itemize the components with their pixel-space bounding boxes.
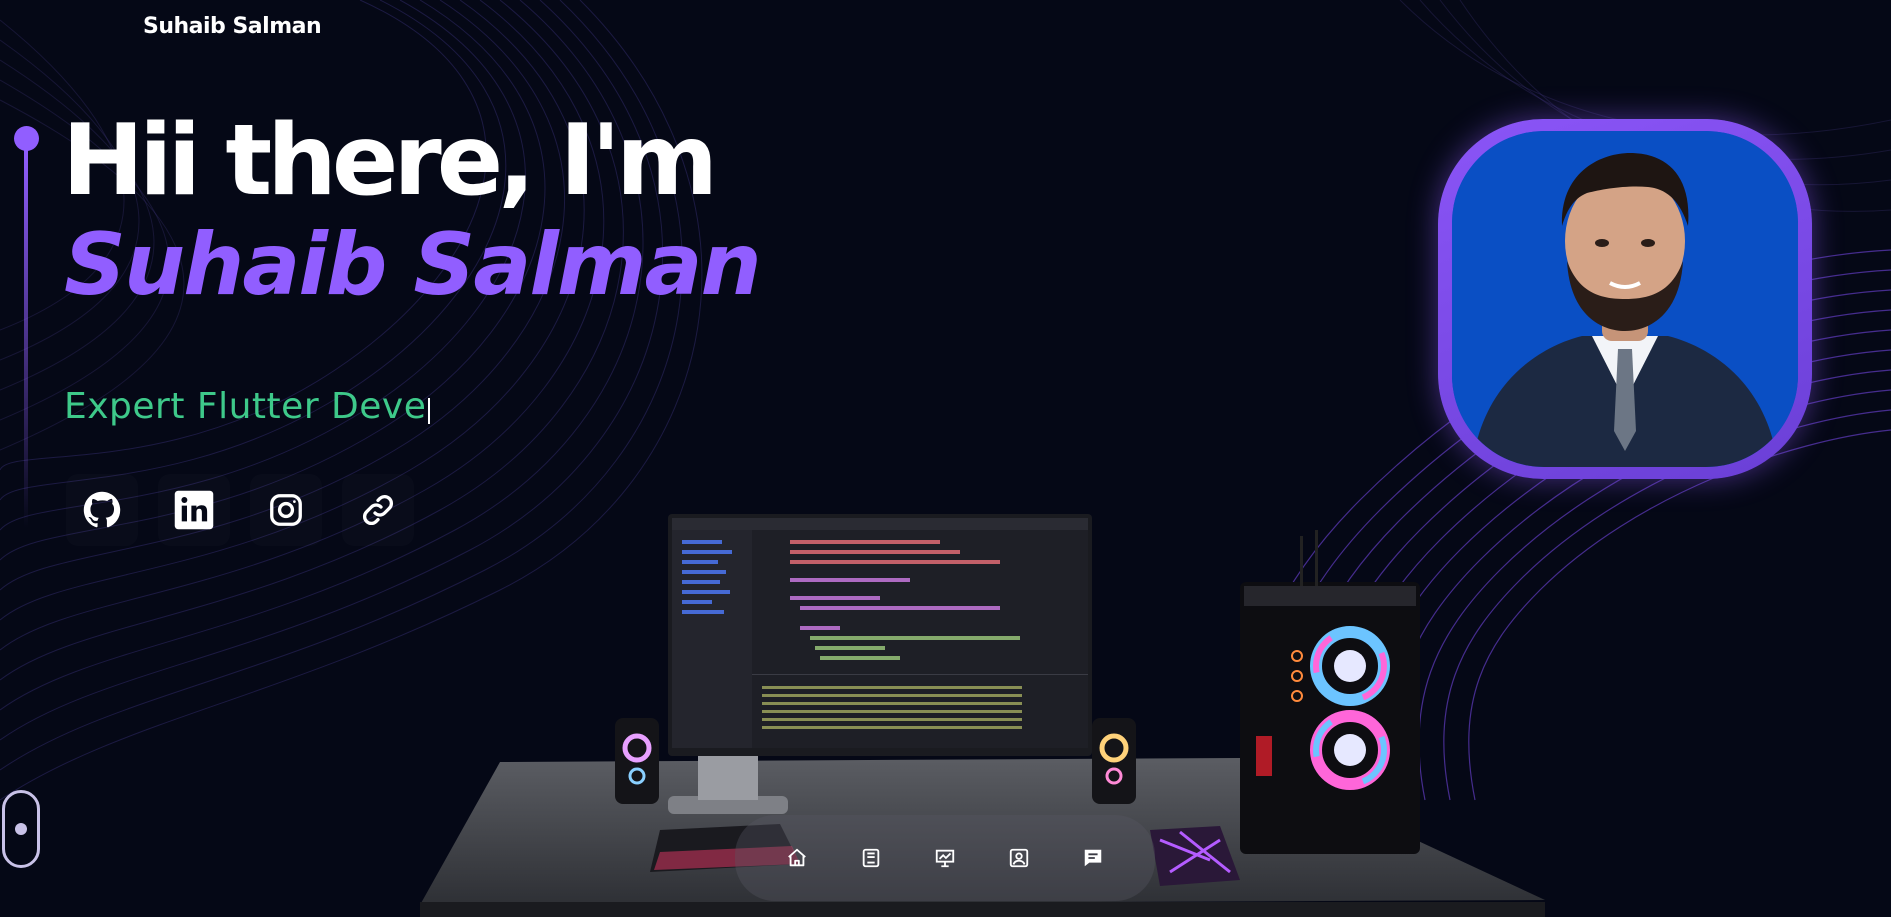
dock-home-button[interactable] bbox=[782, 843, 812, 873]
contact-card-icon bbox=[1009, 848, 1029, 868]
avatar-portrait bbox=[1452, 131, 1798, 467]
scroll-dot bbox=[15, 823, 27, 835]
linkedin-icon bbox=[174, 490, 214, 530]
book-icon bbox=[862, 848, 880, 868]
link-icon bbox=[363, 495, 393, 525]
link-link[interactable] bbox=[342, 474, 414, 546]
brand-name[interactable]: Suhaib Salman bbox=[143, 14, 322, 39]
hero-greeting: Hii there, I'm bbox=[62, 104, 718, 218]
text-caret bbox=[428, 398, 431, 424]
avatar-frame bbox=[1438, 119, 1812, 479]
github-icon bbox=[83, 491, 121, 528]
home-icon bbox=[788, 848, 806, 867]
accent-bar bbox=[24, 148, 28, 528]
avatar bbox=[1452, 131, 1798, 467]
github-link[interactable] bbox=[66, 474, 138, 546]
chat-icon bbox=[1084, 849, 1102, 867]
instagram-link[interactable] bbox=[250, 474, 322, 546]
dock-contact-button[interactable] bbox=[1004, 843, 1034, 873]
hero-name: Suhaib Salman bbox=[64, 215, 762, 315]
dock-chat-button[interactable] bbox=[1078, 843, 1108, 873]
bottom-dock-nav bbox=[735, 815, 1155, 901]
typed-role: Expert Flutter Deve bbox=[64, 386, 431, 427]
scroll-indicator[interactable] bbox=[2, 790, 40, 868]
dock-projects-button[interactable] bbox=[930, 843, 960, 873]
linkedin-link[interactable] bbox=[158, 474, 230, 546]
instagram-icon bbox=[270, 494, 302, 526]
dock-about-button[interactable] bbox=[856, 843, 886, 873]
social-links bbox=[66, 474, 406, 546]
typed-role-text: Expert Flutter Deve bbox=[64, 386, 427, 427]
presentation-icon bbox=[935, 849, 955, 868]
